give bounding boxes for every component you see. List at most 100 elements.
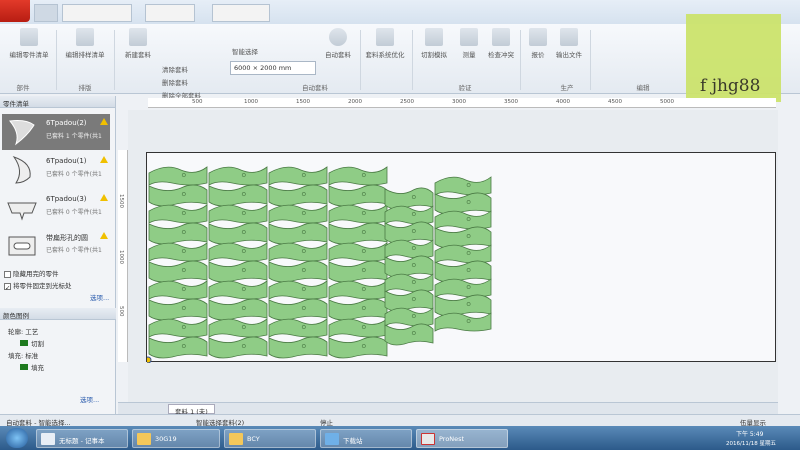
nested-part[interactable] [268, 336, 328, 359]
nested-part[interactable] [148, 298, 208, 321]
warning-icon [100, 156, 108, 163]
nested-part[interactable] [434, 226, 492, 249]
nested-part[interactable] [148, 318, 208, 338]
ruler-tick-label: 500 [192, 99, 203, 105]
legend-options-link[interactable]: 选项... [80, 394, 99, 404]
auto-nest-button[interactable]: 自动套料 [320, 28, 356, 59]
part-item-selected[interactable]: 6Tpadou(2) 已套料 1 个零件(共1 [2, 114, 110, 150]
nested-part[interactable] [434, 244, 492, 264]
nested-part[interactable] [208, 298, 268, 321]
taskbar-item-active[interactable]: ProNest [416, 429, 508, 448]
hide-used-checkbox[interactable]: 隐藏用完的零件 [4, 268, 59, 278]
nested-part[interactable] [384, 239, 434, 259]
sheet-size-select[interactable]: 6000 × 2000 mm [230, 61, 316, 75]
delete-nest-item[interactable]: 删除套料 [162, 77, 188, 87]
nested-part[interactable] [328, 222, 388, 245]
nested-part[interactable] [328, 298, 388, 321]
new-nest-button[interactable]: 新建套料 [118, 28, 158, 59]
nested-part[interactable] [384, 187, 434, 210]
cut-simulation-button[interactable]: 切割模拟 [416, 28, 452, 59]
parts-list-icon [20, 28, 38, 46]
ruler-tick-label: 5000 [660, 99, 674, 105]
nested-part[interactable] [208, 280, 268, 300]
quote-button[interactable]: 报价 [524, 28, 552, 59]
tab-nest-1[interactable]: 套料 1 (未) [168, 404, 215, 416]
nested-part[interactable] [328, 166, 388, 186]
nested-parts[interactable] [144, 153, 777, 364]
nested-part[interactable] [434, 176, 492, 196]
nested-part[interactable] [148, 166, 208, 186]
nested-part[interactable] [208, 184, 268, 207]
nested-part[interactable] [384, 307, 434, 327]
nested-part[interactable] [208, 242, 268, 262]
edit-parts-list-button[interactable]: 编辑零件清单 [6, 28, 52, 59]
nested-part[interactable] [148, 184, 208, 207]
taskbar-item[interactable]: 下载站 [320, 429, 412, 448]
part-item[interactable]: 6Tpadou(3) 已套料 0 个零件(共1 [2, 190, 110, 226]
pin-part-checkbox[interactable]: ✓ 将零件固定到光标处 [4, 280, 72, 292]
taskbar-item[interactable]: BCY [224, 429, 316, 448]
nested-part[interactable] [208, 166, 268, 186]
nested-part[interactable] [434, 260, 492, 283]
nested-part[interactable] [268, 166, 328, 186]
nested-part[interactable] [328, 318, 388, 338]
nested-part[interactable] [384, 255, 434, 278]
nested-part[interactable] [384, 323, 434, 346]
nested-part[interactable] [384, 273, 434, 293]
nested-part[interactable] [148, 222, 208, 245]
nested-part[interactable] [268, 242, 328, 262]
quick-access-button[interactable] [34, 4, 58, 22]
check-collision-button[interactable]: 检查冲突 [484, 28, 518, 59]
nested-part[interactable] [268, 184, 328, 207]
nested-part[interactable] [148, 280, 208, 300]
nested-part[interactable] [384, 289, 434, 312]
nested-part[interactable] [148, 336, 208, 359]
ruler-tick-label: 3500 [504, 99, 518, 105]
taskbar-item[interactable]: 30G19 [132, 429, 220, 448]
nested-part[interactable] [328, 204, 388, 224]
nested-part[interactable] [148, 242, 208, 262]
nested-part[interactable] [328, 260, 388, 283]
window-tab-1[interactable] [62, 4, 132, 22]
nested-part[interactable] [208, 204, 268, 224]
nested-part[interactable] [384, 221, 434, 244]
nested-part[interactable] [268, 204, 328, 224]
nested-part[interactable] [268, 318, 328, 338]
options-link[interactable]: 选项... [90, 292, 109, 302]
nested-part[interactable] [268, 260, 328, 283]
warning-icon [100, 118, 108, 125]
nested-part[interactable] [384, 205, 434, 225]
nested-part[interactable] [328, 336, 388, 359]
clear-nest-item[interactable]: 清除套料 [162, 64, 188, 74]
legend-group-fill: 填充: 标准 [8, 352, 39, 360]
nested-part[interactable] [434, 278, 492, 298]
nested-part[interactable] [208, 318, 268, 338]
nested-part[interactable] [268, 280, 328, 300]
nested-part[interactable] [208, 260, 268, 283]
window-tab-2[interactable] [145, 4, 195, 22]
nested-part[interactable] [328, 242, 388, 262]
nested-part[interactable] [434, 312, 492, 332]
nested-part[interactable] [208, 336, 268, 359]
nest-optimize-button[interactable]: 套料系统优化 [362, 28, 408, 59]
part-item[interactable]: 6Tpadou(1) 已套料 0 个零件(共1 [2, 152, 110, 188]
nested-part[interactable] [268, 222, 328, 245]
sheet-plate[interactable] [144, 152, 777, 364]
nested-part[interactable] [434, 192, 492, 215]
nested-part[interactable] [208, 222, 268, 245]
edit-nest-list-button[interactable]: 编辑排样清单 [60, 28, 110, 59]
nested-part[interactable] [268, 298, 328, 321]
nested-part[interactable] [148, 260, 208, 283]
output-file-button[interactable]: 输出文件 [552, 28, 586, 59]
nested-part[interactable] [328, 184, 388, 207]
nested-part[interactable] [328, 280, 388, 300]
measure-button[interactable]: 测量 [454, 28, 484, 59]
app-menu-button[interactable] [0, 0, 30, 22]
part-item[interactable]: 带扁形孔的圆 已套料 0 个零件(共1 [2, 228, 110, 264]
window-tab-3[interactable] [212, 4, 270, 22]
nested-part[interactable] [434, 294, 492, 317]
nested-part[interactable] [434, 210, 492, 230]
nested-part[interactable] [148, 204, 208, 224]
start-button[interactable] [6, 428, 28, 448]
taskbar-item[interactable]: 无标题 - 记事本 [36, 429, 128, 448]
